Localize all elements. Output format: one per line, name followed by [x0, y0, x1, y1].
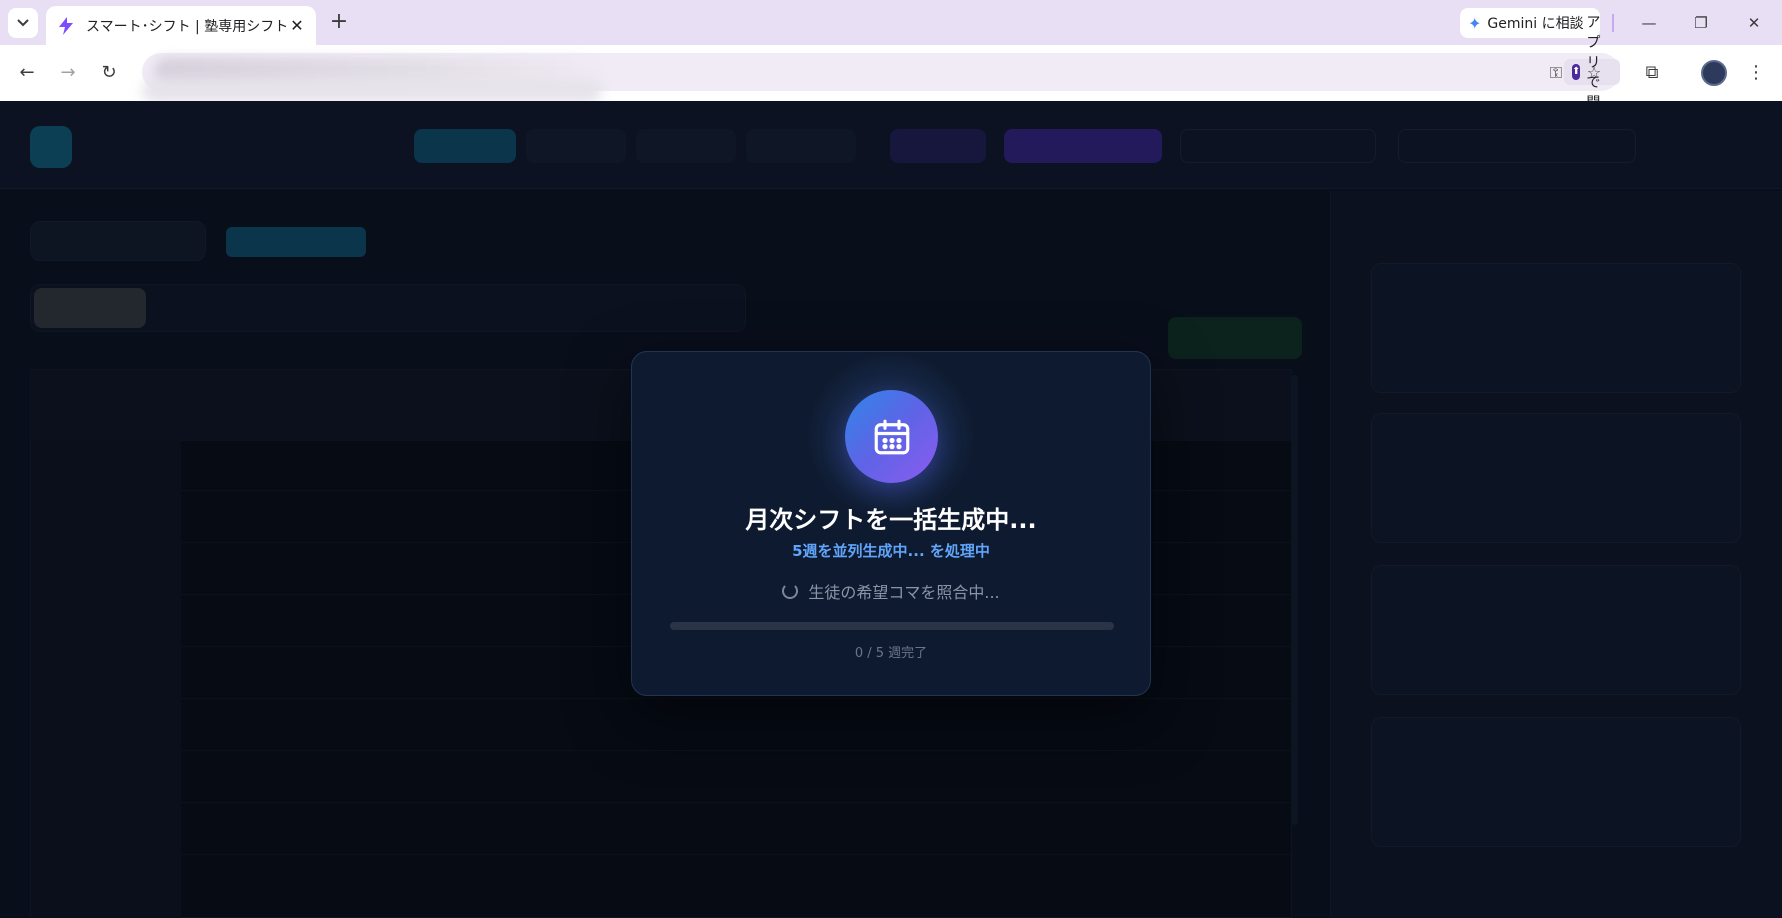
- tab-close-icon[interactable]: ✕: [288, 16, 306, 35]
- password-key-icon[interactable]: ⚿: [1544, 61, 1568, 85]
- close-window-icon[interactable]: ✕: [1736, 8, 1772, 38]
- bookmark-star-icon[interactable]: ☆: [1582, 61, 1606, 85]
- gemini-spark-icon: ✦: [1468, 13, 1482, 33]
- modal-status-line: 生徒の希望コマを照合中...: [632, 579, 1150, 603]
- lightning-favicon-icon: [59, 16, 73, 35]
- generation-progress-modal: 月次シフトを一括生成中... 5週を並列生成中... を処理中 生徒の希望コマを…: [631, 351, 1151, 696]
- gemini-button[interactable]: ✦ Gemini に相談: [1460, 8, 1600, 38]
- new-tab-button[interactable]: +: [326, 9, 352, 35]
- more-menu-icon[interactable]: ⋮: [1741, 58, 1771, 88]
- modal-status-text: 生徒の希望コマを照合中...: [808, 583, 1000, 602]
- minimize-icon[interactable]: —: [1631, 8, 1667, 38]
- progress-bar: [670, 622, 1114, 630]
- calendar-icon: [845, 390, 938, 483]
- back-arrow-icon[interactable]: ←: [12, 58, 42, 88]
- browser-toolbar: ← → ↻ ⬆ アプリで開く ⚿ ☆ ⧉ ⋮: [0, 15, 1782, 131]
- gemini-label: Gemini に相談: [1487, 16, 1584, 32]
- forward-arrow-icon[interactable]: →: [53, 58, 83, 88]
- app-icon: ⬆: [1572, 64, 1581, 80]
- extensions-puzzle-icon[interactable]: ⧉: [1637, 58, 1667, 88]
- reload-icon[interactable]: ↻: [94, 58, 124, 88]
- browser-tab-active[interactable]: スマート･シフト | 塾専用シフト管理 ✕: [46, 6, 316, 45]
- profile-avatar[interactable]: [1701, 60, 1727, 86]
- blurred-url-shadow: [142, 79, 602, 103]
- loading-spinner-icon: [782, 583, 799, 599]
- progress-count: 0 / 5 週完了: [854, 646, 928, 661]
- chevron-down-icon: [17, 19, 29, 27]
- browser-tab-bar: スマート･シフト | 塾専用シフト管理 ✕ + ✦ Gemini に相談 — ❐…: [0, 0, 1782, 45]
- modal-title: 月次シフトを一括生成中...: [745, 506, 1037, 534]
- tab-bar-divider: [1612, 14, 1614, 32]
- tab-list-button[interactable]: [8, 8, 38, 38]
- restore-icon[interactable]: ❐: [1683, 8, 1719, 38]
- tab-title: スマート･シフト | 塾専用シフト管理: [86, 18, 288, 35]
- modal-subtitle: 5週を並列生成中... を処理中: [792, 542, 990, 560]
- address-bar[interactable]: ⬆ アプリで開く ⚿ ☆: [142, 15, 1620, 131]
